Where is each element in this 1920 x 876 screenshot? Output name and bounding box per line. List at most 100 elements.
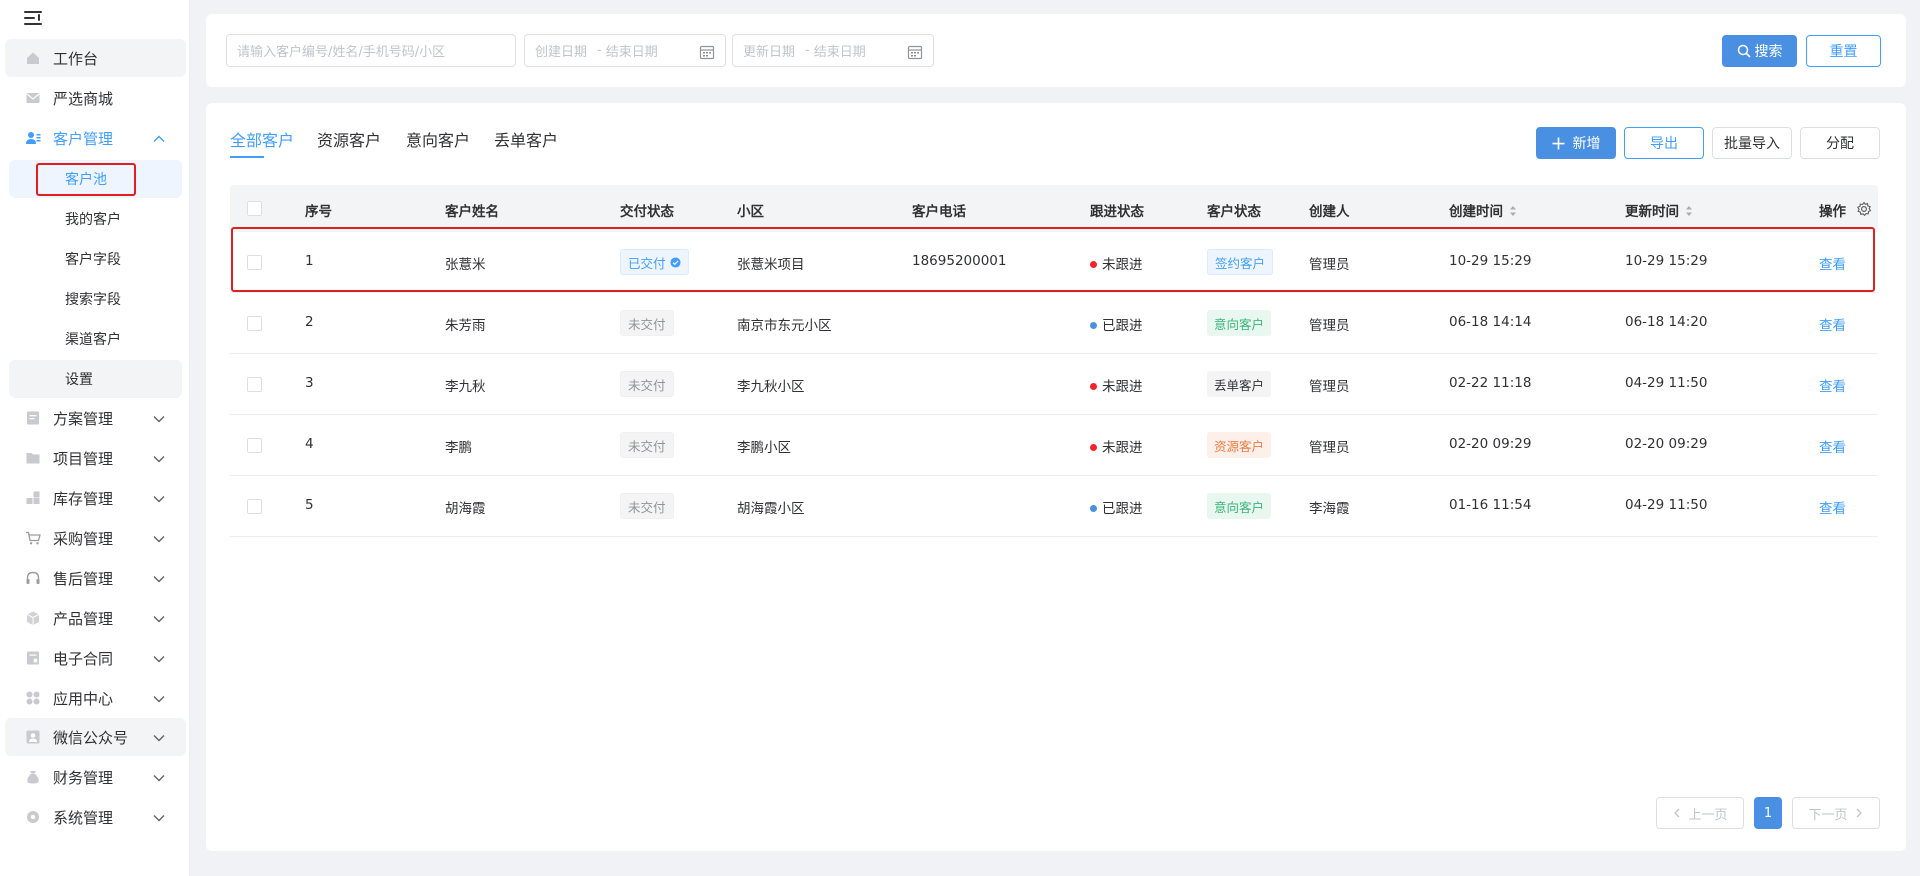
chevron-down-icon — [153, 735, 165, 742]
view-link[interactable]: 查看 — [1819, 375, 1846, 395]
chevron-left-icon — [1674, 808, 1680, 818]
keyword-search-input[interactable]: 请输入客户编号/姓名/手机号码/小区 — [226, 34, 516, 67]
sidebar-item-wechat[interactable]: 微信公众号 — [5, 718, 186, 756]
view-link[interactable]: 查看 — [1819, 497, 1846, 517]
sidebar-item-e-contract[interactable]: 电子合同 — [5, 639, 186, 677]
cell-updated-time: 02-20 09:29 — [1625, 436, 1708, 452]
sidebar-subitem-channel-customers[interactable]: 渠道客户 — [9, 320, 182, 358]
chevron-right-icon — [1856, 808, 1862, 818]
updated-date-range-picker[interactable]: 更新日期 - 结束日期 — [732, 34, 934, 67]
row-checkbox[interactable] — [247, 316, 262, 331]
header-updated-time[interactable]: 更新时间 — [1625, 200, 1693, 220]
reset-button[interactable]: 重置 — [1806, 35, 1881, 67]
view-link[interactable]: 查看 — [1819, 314, 1846, 334]
table-row[interactable]: 1 张薏米 已交付 张薏米项目 18695200001 未跟进 签约客户 管理员… — [230, 232, 1878, 293]
tab-label: 资源客户 — [317, 131, 382, 150]
table-row[interactable]: 2 朱芳雨 未交付 南京市东元小区 已跟进 意向客户 管理员 06-18 14:… — [230, 293, 1878, 354]
follow-status-label: 未跟进 — [1102, 440, 1143, 456]
sidebar-item-products[interactable]: 产品管理 — [5, 599, 186, 637]
customer-status-tag: 丢单客户 — [1207, 371, 1272, 397]
cell-no: 5 — [305, 497, 314, 513]
sidebar-item-projects[interactable]: 项目管理 — [5, 439, 186, 477]
cell-name: 胡海霞 — [445, 501, 486, 517]
created-date-range-picker[interactable]: 创建日期 - 结束日期 — [524, 34, 726, 67]
sidebar-item-app-center[interactable]: 应用中心 — [5, 679, 186, 717]
row-checkbox[interactable] — [247, 255, 262, 270]
cell-created-time: 02-22 11:18 — [1449, 375, 1532, 391]
header-created-time[interactable]: 创建时间 — [1449, 200, 1517, 220]
sidebar-item-mall[interactable]: 严选商城 — [5, 79, 186, 117]
assign-button[interactable]: 分配 — [1800, 127, 1880, 159]
page-button-current[interactable]: 1 — [1754, 797, 1782, 829]
tab-resource-customers[interactable]: 资源客户 — [317, 127, 381, 159]
sidebar-item-system[interactable]: 系统管理 — [5, 798, 186, 836]
cell-updated-time: 06-18 14:20 — [1625, 314, 1708, 330]
view-link[interactable]: 查看 — [1819, 436, 1846, 456]
sidebar-subitem-my-customers[interactable]: 我的客户 — [9, 200, 182, 238]
sidebar-subitem-search-fields[interactable]: 搜索字段 — [9, 280, 182, 318]
sidebar-item-inventory[interactable]: 库存管理 — [5, 479, 186, 517]
customer-status-label: 丢单客户 — [1214, 377, 1265, 393]
header-status: 客户状态 — [1207, 204, 1261, 220]
keyword-placeholder: 请输入客户编号/姓名/手机号码/小区 — [237, 45, 446, 60]
table-row[interactable]: 3 李九秋 未交付 李九秋小区 未跟进 丢单客户 管理员 02-22 11:18… — [230, 354, 1878, 415]
delivery-status-label: 未交付 — [628, 438, 666, 454]
document-icon — [25, 410, 41, 426]
table-row[interactable]: 5 胡海霞 未交付 胡海霞小区 已跟进 意向客户 李海霞 01-16 11:54… — [230, 476, 1878, 537]
sidebar-item-plans[interactable]: 方案管理 — [5, 399, 186, 437]
batch-import-button-label: 批量导入 — [1724, 136, 1780, 152]
sidebar-subitem-settings[interactable]: 设置 — [9, 360, 182, 398]
delivery-status-label: 已交付 — [628, 255, 666, 271]
cell-follow-status: 未跟进 — [1090, 375, 1143, 395]
menu-collapse-icon[interactable] — [24, 10, 44, 28]
cell-name: 张薏米 — [445, 257, 486, 273]
sidebar-item-label: 客户管理 — [53, 129, 114, 148]
table-row[interactable]: 4 李鹏 未交付 李鹏小区 未跟进 资源客户 管理员 02-20 09:29 0… — [230, 415, 1878, 476]
customer-status-label: 签约客户 — [1215, 255, 1266, 271]
tab-label: 丢单客户 — [494, 131, 559, 150]
cell-community: 李鹏小区 — [737, 440, 791, 456]
sidebar-subitem-customer-fields[interactable]: 客户字段 — [9, 240, 182, 278]
add-button[interactable]: 新增 — [1536, 127, 1616, 159]
sidebar-item-label: 采购管理 — [53, 529, 114, 548]
delivery-status-label: 未交付 — [628, 499, 666, 515]
row-checkbox[interactable] — [247, 438, 262, 453]
sidebar-item-label: 电子合同 — [53, 649, 114, 668]
next-page-button[interactable]: 下一页 — [1792, 797, 1880, 829]
export-button[interactable]: 导出 — [1624, 127, 1704, 159]
chevron-down-icon — [153, 536, 165, 543]
tab-lost-customers[interactable]: 丢单客户 — [494, 127, 558, 159]
delivery-status-label: 未交付 — [628, 377, 666, 393]
chevron-down-icon — [153, 456, 165, 463]
tab-all-customers[interactable]: 全部客户 — [230, 127, 294, 159]
row-checkbox[interactable] — [247, 499, 262, 514]
cell-community: 张薏米项目 — [737, 257, 805, 273]
sidebar-item-after-sales[interactable]: 售后管理 — [5, 559, 186, 597]
view-link[interactable]: 查看 — [1819, 253, 1846, 273]
assign-button-label: 分配 — [1826, 136, 1854, 152]
column-settings-gear-icon[interactable] — [1856, 201, 1872, 217]
search-button-label: 搜索 — [1754, 44, 1783, 60]
status-dot — [1090, 505, 1097, 512]
home-icon — [25, 50, 41, 66]
search-button[interactable]: 搜索 — [1722, 35, 1797, 67]
cell-creator: 管理员 — [1309, 379, 1350, 395]
customer-status-label: 资源客户 — [1214, 438, 1265, 454]
select-all-checkbox[interactable] — [247, 201, 262, 216]
delivery-status-tag: 未交付 — [620, 371, 674, 397]
contract-icon — [25, 650, 41, 666]
sidebar-item-customers[interactable]: 客户管理 — [5, 119, 186, 157]
batch-import-button[interactable]: 批量导入 — [1712, 127, 1792, 159]
row-checkbox[interactable] — [247, 377, 262, 392]
cell-no: 2 — [305, 314, 314, 330]
sidebar-item-workbench[interactable]: 工作台 — [5, 39, 186, 77]
sidebar-item-label: 产品管理 — [53, 609, 114, 628]
delivery-status-tag: 未交付 — [620, 493, 674, 519]
prev-page-label: 上一页 — [1688, 807, 1728, 823]
cell-creator: 管理员 — [1309, 257, 1350, 273]
tab-intent-customers[interactable]: 意向客户 — [406, 127, 470, 159]
prev-page-button[interactable]: 上一页 — [1656, 797, 1744, 829]
sidebar-item-purchasing[interactable]: 采购管理 — [5, 519, 186, 557]
sidebar-item-finance[interactable]: 财务管理 — [5, 758, 186, 796]
header-delivery: 交付状态 — [620, 204, 674, 220]
